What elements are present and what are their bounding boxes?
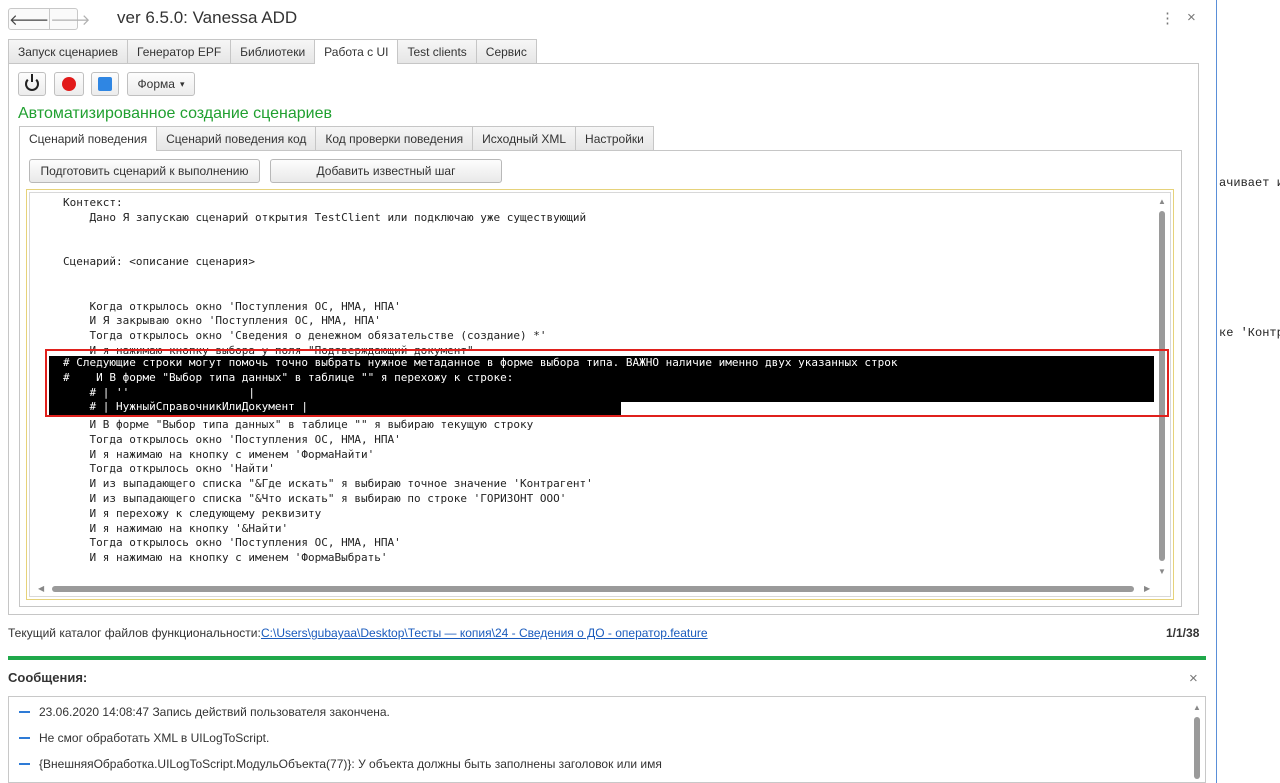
tab-settings[interactable]: Настройки (575, 126, 654, 150)
background-window: ачивает и ке 'Контр (1216, 0, 1280, 783)
background-text: ке 'Контр (1219, 326, 1280, 340)
tab-run-scenarios[interactable]: Запуск сценариев (8, 39, 129, 63)
code-line: Когда открылось окно 'Поступления ОС, НМ… (63, 299, 401, 313)
tab-source-xml[interactable]: Исходный XML (472, 126, 577, 150)
power-button[interactable] (18, 72, 46, 96)
tab-test-clients[interactable]: Test clients (397, 39, 477, 63)
menu-icon[interactable]: ⋮ (1160, 9, 1175, 27)
code-lines-after: И В форме "Выбор типа данных" в таблице … (63, 418, 593, 566)
scroll-down-icon[interactable]: ▼ (1158, 567, 1166, 576)
sub-tabs: Сценарий поведения Сценарий поведения ко… (19, 126, 654, 151)
code-line: Тогда открылось окно 'Найти' (63, 462, 275, 476)
message-dash-icon (19, 763, 30, 765)
scroll-up-icon[interactable]: ▲ (1193, 703, 1201, 712)
catalog-path-link[interactable]: C:\Users\gubayaa\Desktop\Тесты — копия\2… (261, 626, 708, 640)
scroll-right-icon[interactable]: ▶ (1144, 584, 1150, 593)
code-line: Тогда открылось окно 'Поступления ОС, НМ… (63, 536, 401, 550)
messages-close-icon[interactable]: × (1189, 670, 1198, 687)
code-line: И Я закрываю окно 'Поступления ОС, НМА, … (63, 314, 381, 328)
scenario-counter: 1/1/38 (1166, 626, 1200, 640)
window-title: ver 6.5.0: Vanessa ADD (117, 8, 298, 27)
chevron-down-icon: ▾ (179, 78, 185, 89)
record-button[interactable] (54, 72, 84, 96)
main-tabs: Запуск сценариев Генератор EPF Библиотек… (8, 39, 537, 64)
code-line: Тогда открылось окно 'Сведения о денежно… (63, 329, 547, 343)
code-line: И я нажимаю на кнопку '&Найти' (63, 521, 289, 535)
code-line: И из выпадающего списка "&Где искать" я … (63, 477, 593, 491)
scroll-left-icon[interactable]: ◀ (38, 584, 44, 593)
horizontal-scroll-thumb[interactable] (52, 586, 1134, 592)
power-icon (25, 74, 39, 91)
code-line: Контекст: (63, 196, 123, 209)
message-dash-icon (19, 737, 30, 739)
message-text: Не смог обработать XML в UILogToScript. (39, 731, 270, 745)
prepare-scenario-button[interactable]: Подготовить сценарий к выполнению (29, 159, 260, 183)
nav-buttons: 🡐 🡒 (8, 8, 90, 30)
messages-list: 23.06.2020 14:08:47 Запись действий поль… (8, 696, 1206, 783)
background-text: ачивает и (1219, 176, 1280, 190)
code-line: Тогда открылось окно 'Поступления ОС, НМ… (63, 432, 401, 446)
record-icon (62, 77, 76, 91)
back-arrow-icon[interactable]: 🡐 (9, 9, 49, 29)
tab-service[interactable]: Сервис (475, 39, 537, 63)
message-item[interactable]: 23.06.2020 14:08:47 Запись действий поль… (19, 698, 390, 726)
form-menu-button[interactable]: Форма ▾ (127, 72, 195, 96)
messages-scroll-thumb[interactable] (1194, 717, 1200, 779)
message-item[interactable]: {ВнешняяОбработка.UILogToScript.МодульОб… (19, 750, 662, 778)
code-line: И из выпадающего списка "&Что искать" я … (63, 491, 567, 505)
messages-scrollbar[interactable]: ▲ (1191, 699, 1203, 781)
code-line: И я нажимаю на кнопку с именем 'ФормаНай… (63, 447, 375, 461)
annotation-highlight-box (45, 349, 1169, 417)
code-line: И я перехожу к следующему реквизиту (63, 506, 322, 520)
message-dash-icon (19, 711, 30, 713)
code-line: И я нажимаю на кнопку с именем 'ФормаВыб… (63, 551, 388, 565)
forward-arrow-icon[interactable]: 🡒 (49, 9, 90, 29)
code-line: Сценарий: <описание сценария> (63, 255, 256, 269)
horizontal-scrollbar[interactable]: ◀ ▶ (30, 582, 1158, 596)
message-text: 23.06.2020 14:08:47 Запись действий поль… (39, 705, 390, 719)
code-lines-before: Контекст: Дано Я запускаю сценарий откры… (63, 196, 586, 374)
catalog-label: Текущий каталог файлов функциональности: (8, 626, 261, 640)
tab-ui-work[interactable]: Работа с UI (314, 39, 399, 64)
message-item[interactable]: Не смог обработать XML в UILogToScript. (19, 724, 269, 752)
tab-behavior-scenario[interactable]: Сценарий поведения (19, 126, 158, 151)
stop-icon (98, 77, 112, 91)
scroll-up-icon[interactable]: ▲ (1158, 197, 1166, 206)
stop-button[interactable] (91, 72, 119, 96)
code-line: И В форме "Выбор типа данных" в таблице … (63, 418, 534, 431)
tab-epf-generator[interactable]: Генератор EPF (127, 39, 232, 63)
message-text: {ВнешняяОбработка.UILogToScript.МодульОб… (39, 757, 662, 771)
section-title: Автоматизированное создание сценариев (18, 105, 332, 122)
divider (8, 656, 1206, 660)
messages-header: Сообщения: (8, 670, 88, 685)
code-line: Дано Я запускаю сценарий открытия TestCl… (63, 210, 587, 224)
tab-libraries[interactable]: Библиотеки (230, 39, 316, 63)
tab-behavior-scenario-code[interactable]: Сценарий поведения код (156, 126, 317, 150)
form-menu-label: Форма (137, 77, 175, 91)
close-icon[interactable]: × (1187, 9, 1196, 26)
tab-behavior-check-code[interactable]: Код проверки поведения (315, 126, 474, 150)
add-known-step-button[interactable]: Добавить известный шаг (270, 159, 502, 183)
